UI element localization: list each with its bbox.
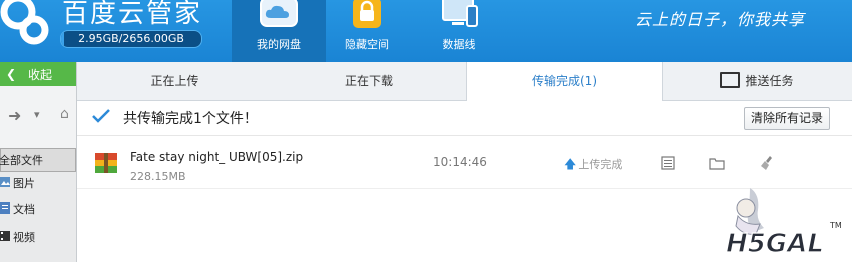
- file-time: 10:14:46: [433, 155, 487, 169]
- sidebar-item-videos[interactable]: 视频: [0, 226, 76, 248]
- summary-text: 共传输完成1个文件！: [123, 111, 258, 127]
- checkmark-icon: [92, 109, 110, 123]
- collapse-button[interactable]: ❮ 收起: [0, 62, 76, 86]
- nav-my-drive[interactable]: 我的网盘: [232, 0, 326, 62]
- left-toolbar: ➜ ▾ ⌂: [0, 86, 76, 148]
- cloud-drive-icon: [260, 0, 298, 27]
- tab-label: 正在上传: [150, 74, 199, 88]
- collapse-label: 收起: [28, 68, 53, 82]
- summary-bar: 共传输完成1个文件！ 清除所有记录: [77, 101, 852, 136]
- baidu-cloud-logo-icon: [0, 0, 49, 45]
- tab-label: 传输完成(1): [532, 74, 597, 88]
- left-sidebar: ❮ 收起 ➜ ▾ ⌂ 全部文件 图片 文档 视频: [0, 62, 77, 262]
- storage-quota-text: 2.95GB/2656.00GB: [78, 32, 184, 45]
- clear-all-records-button[interactable]: 清除所有记录: [744, 107, 830, 130]
- tab-push-tasks[interactable]: 推送任务: [662, 62, 852, 100]
- devices-icon: [442, 0, 478, 27]
- picture-icon: [0, 177, 10, 187]
- video-icon: [0, 231, 10, 241]
- nav-hidden-space[interactable]: 隐藏空间: [320, 0, 414, 62]
- sidebar-item-label: 全部文件: [0, 154, 43, 167]
- lock-icon: [353, 0, 381, 28]
- sidebar-item-label: 视频: [13, 231, 35, 244]
- watermark-text: H5GAL: [726, 229, 824, 259]
- open-folder-icon[interactable]: [709, 155, 725, 171]
- sidebar-item-documents[interactable]: 文档: [0, 198, 76, 220]
- nav-label: 隐藏空间: [345, 38, 389, 51]
- transfer-tabs: 正在上传 正在下载 传输完成(1) 推送任务: [77, 62, 852, 101]
- broom-clear-icon[interactable]: [760, 155, 776, 171]
- storage-quota-bar: 2.95GB/2656.00GB: [60, 30, 202, 48]
- forward-arrow-icon[interactable]: ➜: [8, 106, 21, 125]
- upload-arrow-icon: 🡅: [564, 157, 577, 171]
- tab-label: 推送任务: [745, 74, 794, 88]
- h5gal-watermark-logo: H5GAL TM: [725, 188, 842, 260]
- tab-downloading[interactable]: 正在下载: [272, 62, 466, 100]
- caret-down-icon[interactable]: ▾: [34, 108, 40, 121]
- sidebar-item-all-files[interactable]: 全部文件: [0, 148, 76, 172]
- tab-completed[interactable]: 传输完成(1): [466, 62, 663, 101]
- watermark-tm: TM: [829, 221, 842, 230]
- status-badge: 🡅 上传完成: [564, 155, 622, 176]
- monitor-icon: [720, 72, 741, 88]
- nav-label: 我的网盘: [257, 38, 301, 51]
- nav-label: 数据线: [442, 38, 476, 51]
- sidebar-item-label: 文档: [13, 203, 35, 216]
- home-icon[interactable]: ⌂: [60, 106, 69, 122]
- app-header: 百度云管家 2.95GB/2656.00GB 我的网盘 隐藏空间 数据线 云上的…: [0, 0, 852, 62]
- status-label: 上传完成: [578, 158, 623, 171]
- slogan: 云上的日子，你我共享: [635, 10, 806, 29]
- zip-archive-icon: [95, 153, 117, 173]
- file-name: Fate stay night_ UBW[05].zip: [130, 150, 304, 164]
- details-list-icon[interactable]: [660, 155, 676, 171]
- file-size: 228.15MB: [130, 170, 186, 183]
- sidebar-item-pictures[interactable]: 图片: [0, 172, 76, 194]
- sidebar-item-label: 图片: [13, 177, 35, 190]
- chevron-left-icon: ❮: [6, 67, 17, 81]
- tab-label: 正在下载: [344, 74, 393, 88]
- table-row[interactable]: Fate stay night_ UBW[05].zip 228.15MB 10…: [77, 136, 852, 189]
- nav-data-cable[interactable]: 数据线: [412, 0, 506, 62]
- document-icon: [0, 202, 10, 214]
- app-title: 百度云管家: [62, 0, 203, 29]
- tab-uploading[interactable]: 正在上传: [77, 62, 272, 100]
